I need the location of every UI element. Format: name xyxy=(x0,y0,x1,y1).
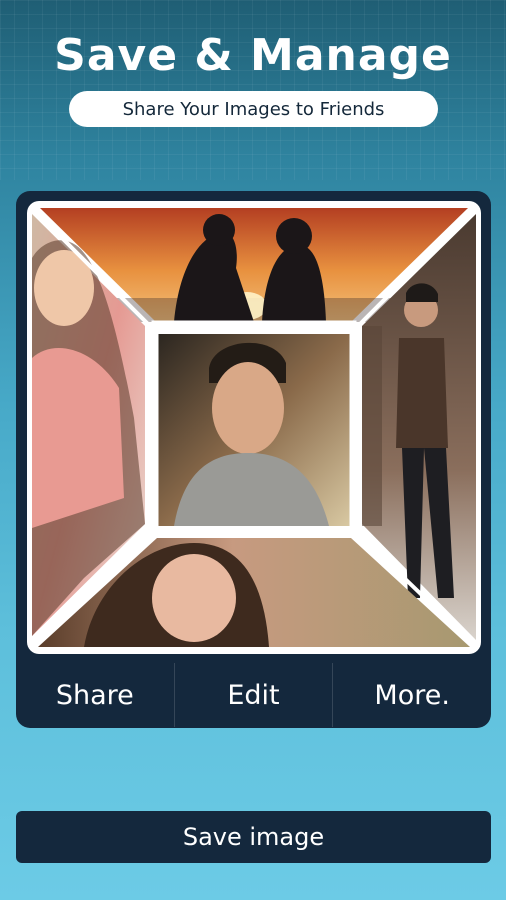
action-bar: Share Edit More. xyxy=(16,663,491,727)
subtitle-badge: Share Your Images to Friends xyxy=(69,91,438,127)
collage-frame xyxy=(27,201,481,654)
header-grid-pattern xyxy=(0,0,506,180)
man-portrait-photo[interactable] xyxy=(158,334,350,526)
photo-collage xyxy=(24,198,484,657)
save-image-label: Save image xyxy=(182,823,325,851)
edit-label: Edit xyxy=(227,679,280,711)
more-label: More. xyxy=(374,679,450,711)
subtitle-text: Share Your Images to Friends xyxy=(122,98,385,120)
save-image-button[interactable]: Save image xyxy=(16,811,491,863)
more-button[interactable]: More. xyxy=(332,663,491,727)
page-title: Save & Manage xyxy=(54,30,452,81)
edit-button[interactable]: Edit xyxy=(173,663,333,727)
share-button[interactable]: Share xyxy=(16,663,174,727)
share-label: Share xyxy=(55,679,134,711)
